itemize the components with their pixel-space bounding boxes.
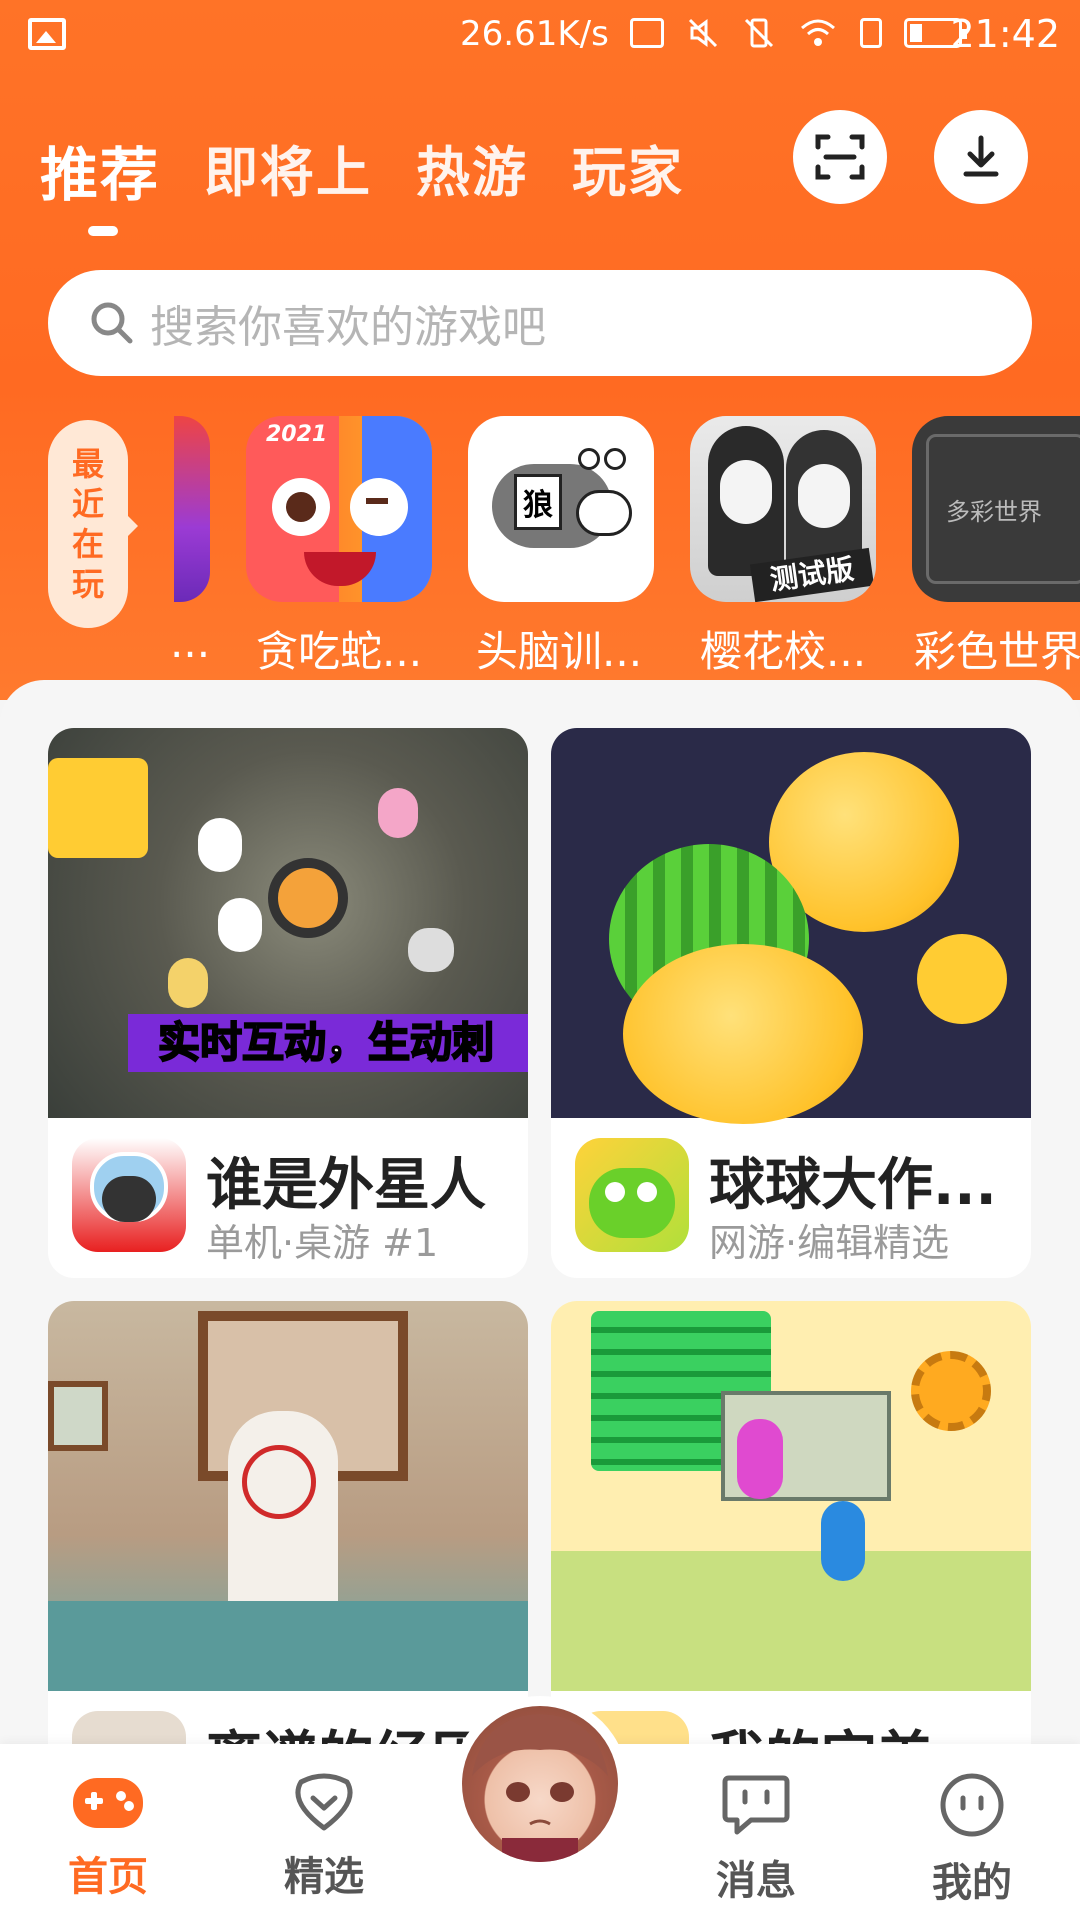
recent-app-world[interactable]: 多彩世界 [912,416,1080,602]
tab-recommend[interactable]: 推荐 [40,128,160,212]
game-card-alien[interactable]: 实时互动，生动刺 谁是外星人 单机·桌游 #1 [48,728,528,1278]
gallery-icon [28,18,66,50]
wolf-tile: 狼 [514,474,562,530]
gamepad-icon [73,1778,143,1828]
search-bar[interactable]: 搜索你喜欢的游戏吧 [48,270,1032,376]
heart-icon [295,1773,353,1831]
recent-label-char: 最 [71,445,104,483]
recent-app-world-name: 彩色世界 [914,627,1080,676]
recent-app-sakura[interactable]: 测试版 [690,416,876,602]
recent-app-sakura-name: 樱花校... [700,627,867,676]
smiley-ball [623,944,863,1124]
nav-featured[interactable]: 精选 [254,1772,394,1902]
nav-messages[interactable]: 消息 [686,1772,826,1906]
nav-label: 我的 [932,1860,1012,1906]
center-avatar-button[interactable] [452,1696,628,1872]
wifi-icon [801,19,835,46]
mute-icon [688,18,718,48]
sunflower [911,1351,991,1431]
nav-label: 消息 [716,1858,796,1904]
tab-indicator [88,226,118,236]
scan-button[interactable] [793,110,887,204]
recent-label-arrow [124,512,138,540]
blue-character [821,1501,865,1581]
nav-label: 首页 [68,1854,148,1900]
search-placeholder: 搜索你喜欢的游戏吧 [150,302,546,353]
scan-icon [815,134,865,180]
recent-app-brain-name: 头脑训... [476,627,643,676]
chat-icon [722,1775,790,1835]
monster-eye [637,1182,657,1202]
alien-logo-block [48,758,148,858]
recent-label-char: 玩 [71,565,104,603]
game-icon-alien [72,1138,186,1252]
smiley-ball-small [917,934,1007,1024]
game-thumbnail [551,728,1031,1124]
sheep-eye [604,448,626,470]
status-icons [630,16,967,50]
nav-label: 精选 [284,1854,364,1900]
character [408,928,454,972]
game-thumbnail: 实时互动，生动刺 [48,728,528,1118]
avatar-face [472,1714,608,1862]
game-thumbnail [48,1301,528,1691]
small-picture [48,1381,108,1451]
recent-app-partial-name: ... [170,618,211,667]
status-bar: 26.61K/s 21:42 [0,0,1080,76]
red-circle [242,1445,316,1519]
top-tabs: 推荐 即将上 热游 玩家 [40,128,684,212]
download-icon [963,135,999,177]
green-monster [589,1168,675,1238]
character [198,818,242,872]
character [218,898,262,952]
alien-face [102,1176,156,1222]
tab-hot[interactable]: 热游 [416,128,528,212]
character [168,958,208,1008]
tab-upcoming[interactable]: 即将上 [204,128,372,212]
tab-players[interactable]: 玩家 [572,128,684,212]
game-icon-ball [575,1138,689,1252]
game-subtitle: 网游·编辑精选 [709,1221,950,1265]
nav-profile[interactable]: 我的 [902,1772,1042,1908]
monster-eye [605,1182,625,1202]
game-subtitle: 单机·桌游 #1 [206,1221,439,1265]
vibrate-off-icon [744,18,774,48]
avatar-image [462,1706,618,1862]
recent-label[interactable]: 最 近 在 玩 [48,420,128,628]
sheep-eye [578,448,600,470]
sheep-head [576,490,632,536]
app-badge: 2021 [266,422,328,447]
book-title: 多彩世界 [946,498,1042,526]
recent-app-snake-name: 贪吃蛇... [256,627,423,676]
pink-character [737,1419,783,1499]
grass-field [551,1551,1031,1691]
nav-home[interactable]: 首页 [38,1772,178,1902]
girl-face-right [798,464,850,528]
snake-eye-left [272,478,330,536]
recent-app-partial-icon[interactable] [174,416,210,602]
sofa [48,1601,528,1691]
search-icon [91,302,133,344]
game-title: 谁是外星人 [206,1153,486,1218]
download-button[interactable] [934,110,1028,204]
cast-icon [630,18,664,48]
banner-text: 实时互动，生动刺 [157,1017,495,1068]
recent-app-brain[interactable]: 狼 [468,416,654,602]
recent-app-snake[interactable]: 2021 [246,416,432,602]
center-target [268,858,348,938]
recent-label-char: 在 [71,525,104,563]
sim-icon [860,18,882,48]
game-thumbnail [551,1301,1031,1691]
clock: 21:42 [950,12,1060,56]
game-title: 球球大作... [709,1153,997,1218]
face-icon [940,1773,1004,1837]
snake-eye-right [350,478,408,536]
character [378,788,418,838]
network-speed: 26.61K/s [460,14,609,54]
recent-label-char: 近 [71,485,104,523]
game-card-ball[interactable]: 球球大作... 网游·编辑精选 [551,728,1031,1278]
girl-face-left [720,460,772,524]
